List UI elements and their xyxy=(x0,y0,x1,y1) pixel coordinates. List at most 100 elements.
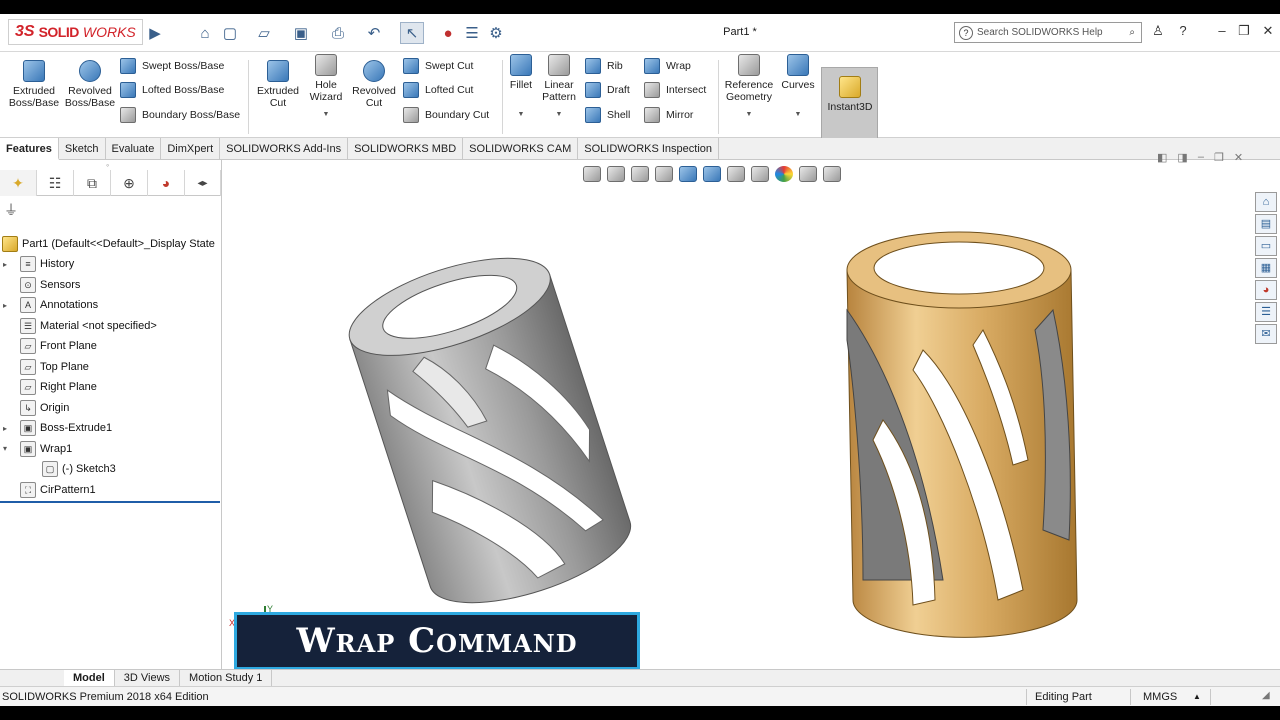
lofted-cut-button[interactable]: Lofted Cut xyxy=(403,82,473,98)
instant3d-button[interactable]: Instant3D xyxy=(821,67,878,139)
hole-wizard-dropdown-icon[interactable]: ▼ xyxy=(306,109,346,121)
tree-expand-icon[interactable]: ▸ xyxy=(0,301,10,310)
rib-button[interactable]: Rib xyxy=(585,58,623,74)
swept-boss-button[interactable]: Swept Boss/Base xyxy=(120,58,224,74)
tree-item[interactable]: ▱ Front Plane xyxy=(0,336,97,356)
fillet-dropdown-icon[interactable]: ▼ xyxy=(505,109,537,121)
search-icon[interactable]: ⌕ xyxy=(1129,27,1135,38)
tab-addins[interactable]: SOLIDWORKS Add-Ins xyxy=(220,138,349,160)
wrap-button[interactable]: Wrap xyxy=(644,58,691,74)
new-document-icon[interactable]: ▢ xyxy=(220,22,240,44)
wrap-part-grey-model[interactable] xyxy=(338,238,642,622)
tree-item[interactable]: ▱ Right Plane xyxy=(0,377,97,397)
linear-pattern-dropdown-icon[interactable]: ▼ xyxy=(540,109,578,121)
tree-item[interactable]: ▸ ▣ Boss-Extrude1 xyxy=(0,418,112,438)
curves-button[interactable]: Curves ▼ xyxy=(780,54,816,121)
boundary-cut-button[interactable]: Boundary Cut xyxy=(403,107,489,123)
panel-splitter-handle[interactable]: ◦ xyxy=(106,160,109,170)
resize-grip-icon[interactable]: ◢ xyxy=(1262,690,1270,701)
forum-icon[interactable]: ✉ xyxy=(1255,324,1277,344)
panel-tab-scroll-icon[interactable]: ◂▸ xyxy=(185,170,221,196)
print-icon[interactable]: ⎙ xyxy=(328,22,348,44)
tab-dimxpert[interactable]: DimXpert xyxy=(161,138,221,160)
tree-item[interactable]: ▾ ▣ Wrap1 xyxy=(0,439,72,459)
status-units[interactable]: MMGS xyxy=(1143,691,1177,703)
tab-evaluate[interactable]: Evaluate xyxy=(106,138,162,160)
units-dropdown-icon[interactable]: ▲ xyxy=(1193,692,1201,701)
tree-item[interactable]: ▸ A Annotations xyxy=(0,295,98,315)
reference-geometry-button[interactable]: Reference Geometry ▼ xyxy=(722,54,776,121)
minimize-icon[interactable]: – xyxy=(1212,23,1232,41)
draft-button[interactable]: Draft xyxy=(585,82,630,98)
tab-sketch[interactable]: Sketch xyxy=(59,138,106,160)
custom-properties-icon[interactable]: ☰ xyxy=(1255,302,1277,322)
tree-expand-icon[interactable]: ▸ xyxy=(0,260,10,269)
rebuild-icon[interactable]: ● xyxy=(440,22,456,44)
tree-item[interactable]: ▸ ≡ History xyxy=(0,254,74,274)
property-manager-tab-icon[interactable]: ☷ xyxy=(37,170,74,196)
tree-item[interactable]: ⊙ Sensors xyxy=(0,275,80,295)
dimxpert-manager-tab-icon[interactable]: ⊕ xyxy=(111,170,148,196)
reference-geometry-dropdown-icon[interactable]: ▼ xyxy=(722,109,776,121)
save-icon[interactable]: ▣ xyxy=(291,22,311,44)
filter-icon[interactable]: ⏚ xyxy=(4,200,18,220)
swept-cut-button[interactable]: Swept Cut xyxy=(403,58,473,74)
restore-icon[interactable]: ❐ xyxy=(1234,23,1254,41)
tree-root-part[interactable]: Part1 (Default<<Default>_Display State xyxy=(2,234,215,254)
solidworks-logo[interactable]: 3S SOLID WORKS xyxy=(8,19,143,45)
tab-3d-views[interactable]: 3D Views xyxy=(115,670,181,686)
revolved-boss-button[interactable]: Revolved Boss/Base xyxy=(64,60,116,109)
design-library-icon[interactable]: ▤ xyxy=(1255,214,1277,234)
close-icon[interactable]: ✕ xyxy=(1258,23,1278,41)
wrap-part-gold-model[interactable] xyxy=(846,231,1078,638)
home-icon[interactable]: ⌂ xyxy=(195,22,215,44)
tab-mbd[interactable]: SOLIDWORKS MBD xyxy=(348,138,464,160)
tree-expand-icon[interactable]: ▾ xyxy=(0,444,10,453)
tab-cam[interactable]: SOLIDWORKS CAM xyxy=(463,138,579,160)
graphics-area[interactable]: ◧ ◨ – ❐ ✕ Y X ⌂ ▤ ▭ ▦ ◕ ☰ ✉ xyxy=(223,151,1280,670)
tab-inspection[interactable]: SOLIDWORKS Inspection xyxy=(578,138,720,160)
revolved-cut-button[interactable]: Revolved Cut xyxy=(350,60,398,109)
tab-motion-study[interactable]: Motion Study 1 xyxy=(180,670,273,686)
lofted-cut-icon xyxy=(403,82,419,98)
fillet-button[interactable]: Fillet ▼ xyxy=(505,54,537,121)
rollback-bar[interactable] xyxy=(0,501,220,503)
open-folder-icon[interactable]: ▱ xyxy=(254,22,274,44)
linear-pattern-button[interactable]: Linear Pattern ▼ xyxy=(540,54,578,121)
file-properties-icon[interactable]: ☰ xyxy=(463,22,481,44)
extruded-cut-button[interactable]: Extruded Cut xyxy=(254,60,302,109)
hole-wizard-button[interactable]: Hole Wizard ▼ xyxy=(306,54,346,121)
help-icon[interactable]: ? xyxy=(1173,23,1193,41)
select-icon[interactable]: ↖ xyxy=(400,22,424,44)
tab-features[interactable]: Features xyxy=(0,138,59,160)
user-icon[interactable]: ♙ xyxy=(1148,23,1168,41)
intersect-button[interactable]: Intersect xyxy=(644,82,706,98)
tree-item[interactable]: ▢ (-) Sketch3 xyxy=(22,459,116,479)
lofted-boss-button[interactable]: Lofted Boss/Base xyxy=(120,82,224,98)
tree-item[interactable]: ☰ Material <not specified> xyxy=(0,316,157,336)
extruded-boss-button[interactable]: Extruded Boss/Base xyxy=(6,60,62,109)
boundary-boss-button[interactable]: Boundary Boss/Base xyxy=(120,107,240,123)
tree-item[interactable]: ⛶ CirPattern1 xyxy=(0,480,96,500)
tab-model[interactable]: Model xyxy=(64,670,115,686)
mirror-button[interactable]: Mirror xyxy=(644,107,693,123)
logo-text-solid: SOLID xyxy=(38,24,80,40)
tree-expand-icon[interactable]: ▸ xyxy=(0,424,10,433)
undo-icon[interactable]: ↶ xyxy=(364,22,384,44)
tree-item[interactable]: ▱ Top Plane xyxy=(0,357,89,377)
tree-item-icon: ⊙ xyxy=(20,276,36,293)
menu-expand-icon[interactable]: ▶ xyxy=(148,22,162,44)
tree-item[interactable]: ↳ Origin xyxy=(0,398,69,418)
feature-manager-tab-icon[interactable]: ✦ xyxy=(0,170,37,196)
display-manager-tab-icon[interactable]: ◕ xyxy=(148,170,185,196)
help-search-input[interactable]: ? Search SOLIDWORKS Help ⌕ xyxy=(954,22,1142,43)
shell-button[interactable]: Shell xyxy=(585,107,630,123)
solidworks-resources-icon[interactable]: ⌂ xyxy=(1255,192,1277,212)
configuration-manager-tab-icon[interactable]: ⧉ xyxy=(74,170,111,196)
file-explorer-icon[interactable]: ▭ xyxy=(1255,236,1277,256)
view-palette-icon[interactable]: ▦ xyxy=(1255,258,1277,278)
tree-item-label: Front Plane xyxy=(40,340,97,352)
options-gear-icon[interactable]: ⚙ xyxy=(486,22,506,44)
curves-dropdown-icon[interactable]: ▼ xyxy=(780,109,816,121)
appearances-icon[interactable]: ◕ xyxy=(1255,280,1277,300)
